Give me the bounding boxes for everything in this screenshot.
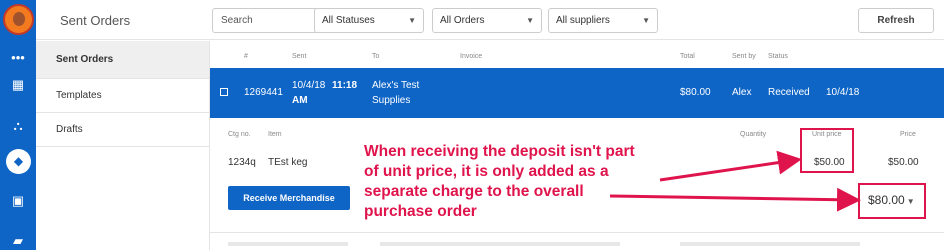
annotation-line: of unit price, it is only added as a xyxy=(364,163,609,180)
annotation-line: When receiving the deposit isn't part xyxy=(364,143,635,160)
arrow-to-unit-price xyxy=(659,150,802,182)
annotation-text: When receiving the deposit isn't part of… xyxy=(364,142,664,222)
annotation-line: purchase order xyxy=(364,203,477,220)
annotation-line: separate charge to the overall xyxy=(364,183,584,200)
